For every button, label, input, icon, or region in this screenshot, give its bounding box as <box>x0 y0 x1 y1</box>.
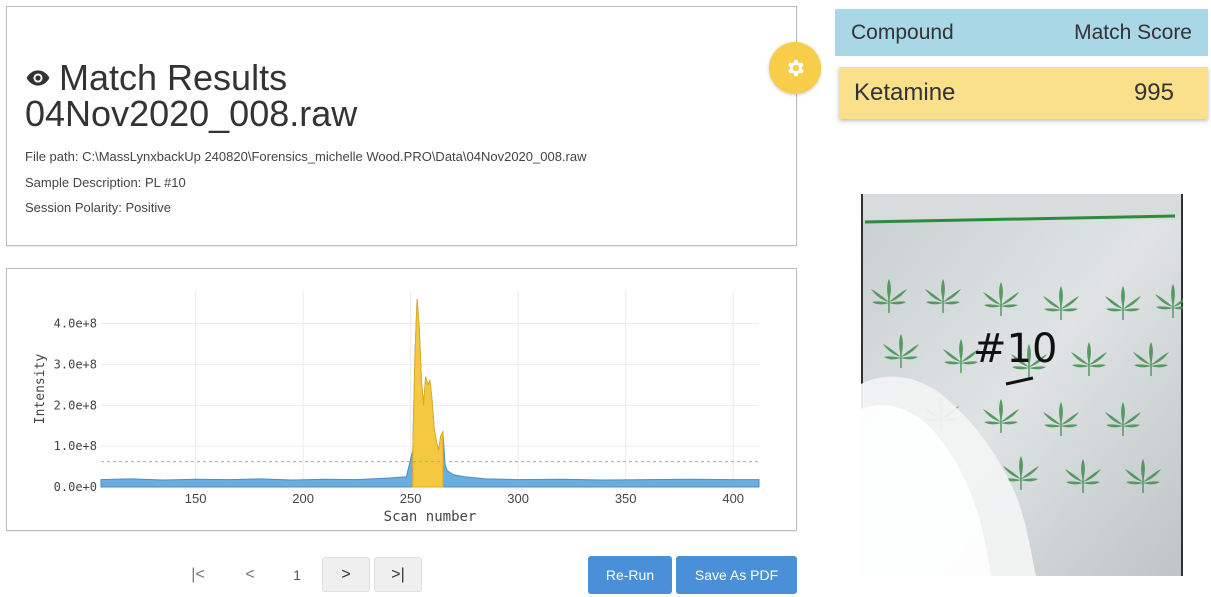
x-tick-label: 350 <box>615 491 637 506</box>
y-tick-label: 3.0e+8 <box>54 358 97 372</box>
x-tick-label: 150 <box>185 491 207 506</box>
match-info-card: Match Results 04Nov2020_008.raw File pat… <box>6 6 797 246</box>
column-match-score: Match Score <box>1074 20 1192 44</box>
y-tick-label: 1.0e+8 <box>54 439 97 453</box>
table-row[interactable]: Ketamine 995 <box>839 67 1208 119</box>
x-tick-label: 250 <box>400 491 422 506</box>
svg-text:#10: #10 <box>973 326 1057 372</box>
chromatogram-card: 150 200 250 300 350 400 0.0e+0 1.0e+8 2.0e+8 3.0e… <box>6 268 797 531</box>
gear-icon <box>788 59 804 77</box>
sample-photo: #10 <box>861 194 1192 576</box>
x-axis-label: Scan number <box>384 509 477 525</box>
x-tick-label: 400 <box>722 491 744 506</box>
current-page-number: 1 <box>293 566 301 583</box>
rerun-button[interactable]: Re-Run <box>588 556 672 594</box>
column-compound: Compound <box>851 20 954 44</box>
next-page-button[interactable]: > <box>322 557 370 592</box>
y-tick-label: 4.0e+8 <box>54 317 97 331</box>
settings-button[interactable] <box>769 42 821 94</box>
results-table-header: Compound Match Score <box>835 9 1208 56</box>
eye-icon <box>25 65 51 91</box>
session-polarity-label: Session Polarity: <box>25 200 122 215</box>
matched-peak-highlight <box>412 299 444 488</box>
last-page-button[interactable]: >| <box>374 557 422 592</box>
file-path-label: File path: <box>25 149 79 164</box>
sample-description-line: Sample Description: PL #10 <box>25 175 186 190</box>
file-path-value: C:\MassLynxbackUp 240820\Forensics_miche… <box>82 149 587 164</box>
session-polarity-line: Session Polarity: Positive <box>25 200 171 215</box>
file-path-line: File path: C:\MassLynxbackUp 240820\Fore… <box>25 149 586 164</box>
file-name-title: 04Nov2020_008.raw <box>25 93 358 134</box>
match-score-value: 995 <box>1133 79 1174 106</box>
sample-description-value: PL #10 <box>144 175 186 190</box>
y-tick-label: 0.0e+0 <box>54 480 97 494</box>
sample-description-label: Sample Description: <box>25 175 142 190</box>
y-tick-label: 2.0e+8 <box>54 398 97 412</box>
save-as-pdf-button[interactable]: Save As PDF <box>676 556 797 594</box>
x-tick-label: 200 <box>292 491 314 506</box>
session-polarity-value: Positive <box>125 200 171 215</box>
previous-page-button[interactable]: < <box>230 557 270 592</box>
first-page-button[interactable]: |< <box>178 557 218 592</box>
chromatogram-chart: 150 200 250 300 350 400 0.0e+0 1.0e+8 2.0e+8 3.0e… <box>33 291 760 525</box>
x-tick-label: 300 <box>507 491 529 506</box>
y-axis-label: Intensity <box>33 354 48 425</box>
compound-name: Ketamine <box>854 79 956 106</box>
